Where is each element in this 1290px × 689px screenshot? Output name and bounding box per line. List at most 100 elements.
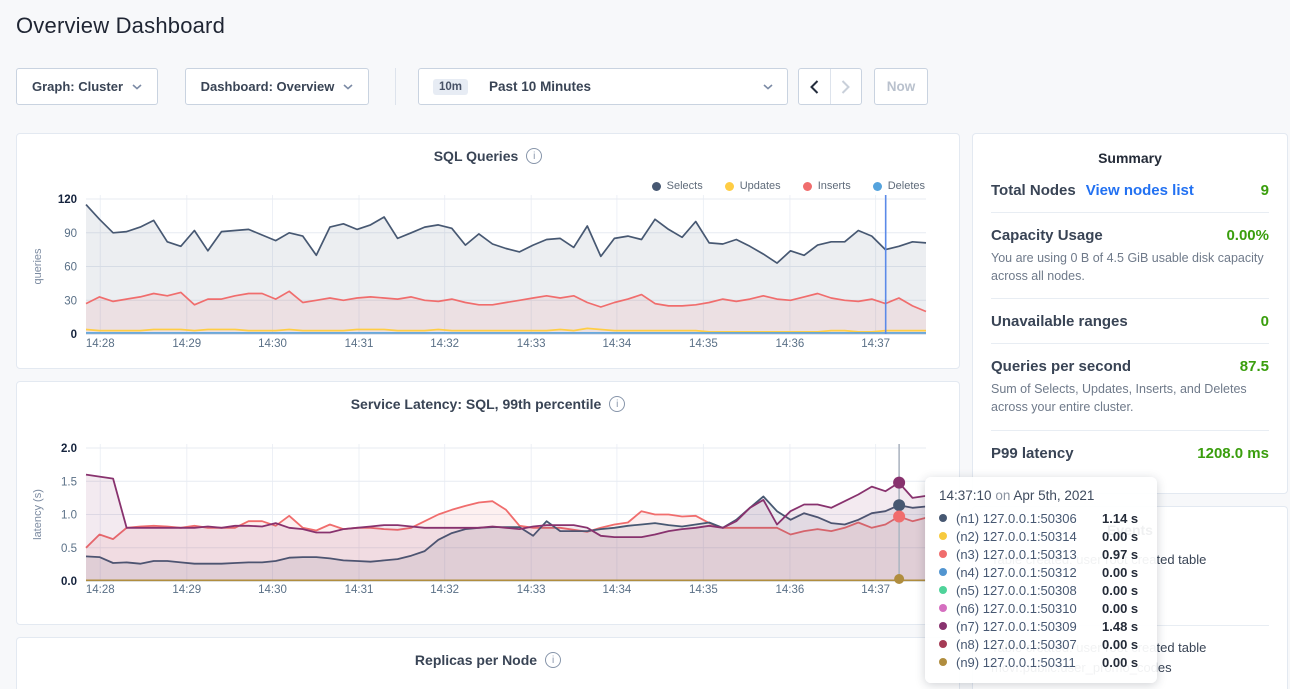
node-address: (n9) 127.0.0.1:50311 bbox=[956, 655, 1102, 670]
x-axis-tick: 14:29 bbox=[172, 584, 201, 596]
tooltip-row: (n8) 127.0.0.1:503070.00 s bbox=[939, 635, 1143, 653]
node-address: (n1) 127.0.0.1:50306 bbox=[956, 511, 1102, 526]
info-icon[interactable] bbox=[545, 652, 561, 668]
y-axis-tick: 0.5 bbox=[61, 543, 77, 555]
info-icon[interactable] bbox=[526, 148, 542, 164]
y-axis-label: latency (s) bbox=[32, 489, 44, 540]
dashboard-dropdown[interactable]: Dashboard: Overview bbox=[185, 68, 369, 105]
summary-row-label: Total Nodes bbox=[991, 182, 1076, 199]
sql-queries-chart-title: SQL Queries bbox=[434, 148, 519, 164]
node-latency-value: 0.00 s bbox=[1102, 637, 1138, 652]
tooltip-row: (n2) 127.0.0.1:503140.00 s bbox=[939, 527, 1143, 545]
x-axis-tick: 14:28 bbox=[86, 584, 115, 596]
x-axis-tick: 14:37 bbox=[861, 584, 890, 596]
service-latency-chart-panel: Service Latency: SQL, 99th percentile 0.… bbox=[16, 381, 960, 625]
chevron-down-icon bbox=[763, 84, 773, 90]
summary-row: P99 latency 1208.0 ms bbox=[991, 431, 1269, 475]
y-axis-tick: 1.5 bbox=[61, 476, 77, 488]
node-address: (n4) 127.0.0.1:50312 bbox=[956, 565, 1102, 580]
now-button-label: Now bbox=[887, 79, 916, 94]
x-axis-tick: 14:30 bbox=[258, 584, 287, 596]
y-axis-tick: 120 bbox=[58, 194, 77, 206]
summary-panel: Summary Total Nodes View nodes list 9 Capac… bbox=[972, 133, 1288, 494]
view-nodes-list-link[interactable]: View nodes list bbox=[1086, 182, 1194, 199]
summary-title: Summary bbox=[973, 134, 1287, 168]
summary-row: Queries per second87.5Sum of Selects, Up… bbox=[991, 344, 1269, 430]
time-range-label: Past 10 Minutes bbox=[489, 79, 591, 94]
tooltip-row: (n3) 127.0.0.1:503130.97 s bbox=[939, 545, 1143, 563]
y-axis-tick: 0.0 bbox=[61, 576, 77, 588]
x-axis-tick: 14:33 bbox=[517, 584, 546, 596]
x-axis-tick: 14:35 bbox=[689, 338, 718, 350]
summary-rows: Total Nodes View nodes list 9 Capacity Usag… bbox=[973, 168, 1287, 475]
tooltip-row: (n7) 127.0.0.1:503091.48 s bbox=[939, 617, 1143, 635]
chevron-down-icon bbox=[343, 84, 353, 90]
node-color-dot bbox=[939, 622, 947, 630]
y-axis-tick: 0 bbox=[71, 329, 77, 341]
node-color-dot bbox=[939, 586, 947, 594]
node-latency-value: 0.97 s bbox=[1102, 547, 1138, 562]
node-latency-value: 0.00 s bbox=[1102, 529, 1138, 544]
node-color-dot bbox=[939, 568, 947, 576]
x-axis-tick: 14:36 bbox=[776, 584, 805, 596]
x-axis-tick: 14:29 bbox=[172, 338, 201, 350]
time-range-badge: 10m bbox=[433, 79, 468, 95]
summary-row: Total Nodes View nodes list 9 bbox=[991, 168, 1269, 213]
tooltip-rows: (n1) 127.0.0.1:503061.14 s(n2) 127.0.0.1… bbox=[939, 509, 1143, 671]
time-step-buttons bbox=[798, 68, 862, 105]
x-axis-tick: 14:37 bbox=[861, 338, 890, 350]
x-axis-tick: 14:31 bbox=[345, 338, 374, 350]
tooltip-row: (n4) 127.0.0.1:503120.00 s bbox=[939, 563, 1143, 581]
x-axis-tick: 14:35 bbox=[689, 584, 718, 596]
node-color-dot bbox=[939, 550, 947, 558]
x-axis-tick: 14:31 bbox=[345, 584, 374, 596]
sql-queries-chart-panel: SQL Queries SelectsUpdatesInsertsDeletes… bbox=[16, 133, 960, 369]
x-axis-tick: 14:30 bbox=[258, 338, 287, 350]
summary-row-description: Sum of Selects, Updates, Inserts, and De… bbox=[991, 380, 1269, 416]
x-axis-tick: 14:28 bbox=[86, 338, 115, 350]
graph-dropdown-label: Graph: Cluster bbox=[32, 79, 123, 94]
node-latency-value: 0.00 s bbox=[1102, 565, 1138, 580]
node-color-dot bbox=[939, 604, 947, 612]
summary-row: Capacity Usage0.00%You are using 0 B of … bbox=[991, 213, 1269, 299]
node-address: (n8) 127.0.0.1:50307 bbox=[956, 637, 1102, 652]
chart-hover-tooltip: 14:37:10 on Apr 5th, 2021 (n1) 127.0.0.1… bbox=[925, 477, 1157, 683]
service-latency-chart-title: Service Latency: SQL, 99th percentile bbox=[351, 396, 602, 412]
node-address: (n6) 127.0.0.1:50310 bbox=[956, 601, 1102, 616]
summary-row-value: 1208.0 ms bbox=[1197, 445, 1269, 462]
replicas-per-node-chart-panel: Replicas per Node bbox=[16, 637, 960, 689]
x-axis-tick: 14:36 bbox=[776, 338, 805, 350]
tooltip-row: (n5) 127.0.0.1:503080.00 s bbox=[939, 581, 1143, 599]
node-address: (n3) 127.0.0.1:50313 bbox=[956, 547, 1102, 562]
node-color-dot bbox=[939, 658, 947, 666]
node-latency-value: 0.00 s bbox=[1102, 655, 1138, 670]
y-axis-tick: 1.0 bbox=[61, 510, 77, 522]
summary-row-label: Queries per second bbox=[991, 358, 1131, 375]
node-latency-value: 1.48 s bbox=[1102, 619, 1138, 634]
time-range-dropdown[interactable]: 10m Past 10 Minutes bbox=[418, 68, 788, 105]
node-color-dot bbox=[939, 640, 947, 648]
chevron-left-icon bbox=[810, 80, 819, 94]
sql-queries-chart[interactable]: 030609012014:2814:2914:3014:3114:3214:33… bbox=[17, 186, 961, 366]
y-axis-tick: 30 bbox=[64, 295, 77, 307]
y-axis-tick: 90 bbox=[64, 228, 77, 240]
info-icon[interactable] bbox=[609, 396, 625, 412]
graph-dropdown[interactable]: Graph: Cluster bbox=[16, 68, 158, 105]
summary-row-label: P99 latency bbox=[991, 445, 1074, 462]
tooltip-timestamp: 14:37:10 on Apr 5th, 2021 bbox=[939, 488, 1143, 503]
summary-row-value: 0.00% bbox=[1226, 227, 1269, 244]
x-axis-tick: 14:32 bbox=[430, 584, 459, 596]
controls-divider bbox=[395, 68, 396, 105]
tooltip-row: (n9) 127.0.0.1:503110.00 s bbox=[939, 653, 1143, 671]
service-latency-chart[interactable]: 0.00.51.01.52.014:2814:2914:3014:3114:32… bbox=[17, 434, 961, 614]
summary-row-value: 9 bbox=[1261, 182, 1269, 199]
summary-row-label: Unavailable ranges bbox=[991, 313, 1128, 330]
x-axis-tick: 14:34 bbox=[602, 338, 631, 350]
tooltip-row: (n1) 127.0.0.1:503061.14 s bbox=[939, 509, 1143, 527]
now-button[interactable]: Now bbox=[874, 68, 928, 105]
dashboard-dropdown-label: Dashboard: Overview bbox=[201, 79, 335, 94]
next-time-button[interactable] bbox=[830, 69, 862, 104]
node-color-dot bbox=[939, 532, 947, 540]
node-latency-value: 1.14 s bbox=[1102, 511, 1138, 526]
prev-time-button[interactable] bbox=[799, 69, 830, 104]
